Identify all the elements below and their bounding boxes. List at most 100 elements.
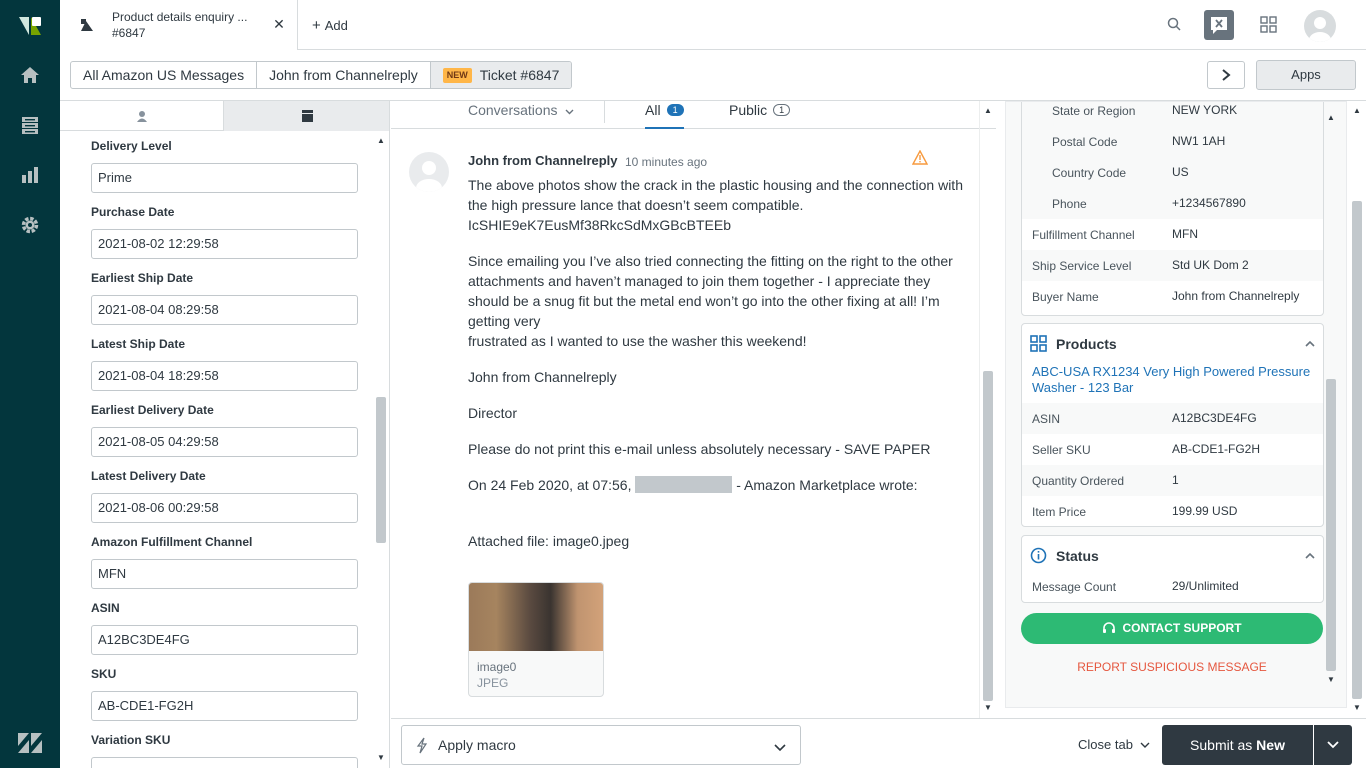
home-icon[interactable] (0, 55, 60, 95)
report-suspicious-link[interactable]: REPORT SUSPICIOUS MESSAGE (1021, 660, 1323, 674)
submit-button[interactable]: Submit as New (1162, 725, 1313, 765)
breadcrumb-ticket[interactable]: NEW Ticket #6847 (430, 62, 572, 88)
tab-ticket-6847[interactable]: Product details enquiry ... #6847 ✕ (60, 0, 298, 50)
chevron-down-icon (565, 109, 574, 115)
breadcrumb-requester[interactable]: John from Channelreply (257, 62, 431, 88)
sidebar-inner-scrollbar[interactable]: ▲ ▼ (1322, 101, 1339, 687)
row-key: ASIN (1032, 412, 1061, 426)
submit-options-button[interactable] (1314, 725, 1352, 765)
row-value: MFN (1172, 227, 1198, 241)
conversations-dropdown[interactable]: Conversations (468, 102, 574, 118)
conversation-filter-bar: Conversations All 1 Public 1 (391, 101, 996, 129)
scroll-thumb[interactable] (1326, 379, 1336, 671)
scroll-down-icon[interactable]: ▼ (984, 703, 992, 712)
conversation-scrollbar[interactable]: ▲ ▼ (979, 101, 996, 718)
earliest-ship-date-input[interactable]: 2021-08-04 08:29:58 (91, 295, 358, 325)
scroll-up-icon[interactable]: ▲ (984, 106, 992, 115)
latest-delivery-date-input[interactable]: 2021-08-06 00:29:58 (91, 493, 358, 523)
message-paragraph: Since emailing you I’ve also tried conne… (468, 253, 953, 329)
products-header[interactable]: Products (1022, 324, 1323, 362)
product-link[interactable]: ABC-USA RX1234 Very High Powered Pressur… (1032, 364, 1317, 396)
scroll-thumb[interactable] (376, 397, 386, 543)
ticket-icon (80, 18, 94, 35)
chevron-down-icon (1140, 742, 1150, 748)
row-key: Phone (1052, 197, 1087, 211)
field-label: Latest Delivery Date (91, 469, 206, 483)
product-tray-icon[interactable] (1260, 16, 1277, 36)
app-sidebar: State or Region NEW YORK Postal Code NW1 1… (1005, 101, 1347, 708)
order-row: Ship Service Level Std UK Dom 2 (1022, 250, 1323, 281)
breadcrumb-all-amazon-us[interactable]: All Amazon US Messages (71, 62, 258, 88)
user-avatar[interactable] (1304, 10, 1336, 42)
submit-prefix: Submit as (1190, 737, 1253, 753)
zendesk-logo-icon[interactable] (0, 6, 60, 46)
apply-macro-label: Apply macro (438, 737, 516, 753)
attachment-thumbnail[interactable] (469, 583, 603, 651)
chevron-up-icon[interactable] (1305, 547, 1315, 562)
scroll-thumb[interactable] (1352, 201, 1362, 699)
next-ticket-button[interactable] (1207, 61, 1245, 89)
ticket-fields-panel: Delivery Level Prime Purchase Date 2021-08… (60, 101, 390, 768)
close-tab-icon[interactable]: ✕ (271, 16, 287, 32)
message-paragraph: Director (468, 405, 518, 421)
chat-icon[interactable] (1204, 10, 1234, 40)
purchase-date-input[interactable]: 2021-08-02 12:29:58 (91, 229, 358, 259)
warning-icon[interactable] (911, 149, 929, 168)
row-value: US (1172, 165, 1189, 179)
row-key: Ship Service Level (1032, 259, 1132, 273)
row-value: 29/Unlimited (1172, 579, 1239, 593)
close-tab-dropdown[interactable]: Close tab (1078, 737, 1150, 752)
ticket-footer: Apply macro Close tab Submit as New (391, 718, 1366, 768)
attachment-card[interactable]: image0 JPEG (468, 582, 604, 697)
scroll-up-icon[interactable]: ▲ (1327, 113, 1335, 122)
row-value: +1234567890 (1172, 196, 1246, 210)
field-label: ASIN (91, 601, 120, 615)
row-key: Message Count (1032, 580, 1117, 594)
scroll-down-icon[interactable]: ▼ (1327, 675, 1335, 684)
field-label: Earliest Delivery Date (91, 403, 214, 417)
attachment-name: image0 (477, 660, 517, 674)
zendesk-brand-icon[interactable] (0, 723, 60, 763)
quote-header-end: - Amazon Marketplace wrote: (736, 477, 918, 493)
close-tab-label: Close tab (1078, 737, 1133, 752)
sender-avatar[interactable] (409, 152, 449, 192)
submit-status: New (1256, 737, 1285, 753)
filter-public-count: 1 (773, 104, 791, 116)
message-paragraph: Attached file: image0.jpeg (468, 533, 630, 549)
scroll-thumb[interactable] (983, 371, 993, 701)
message-body: The above photos show the crack in the p… (468, 175, 968, 551)
reporting-icon[interactable] (0, 155, 60, 195)
contact-support-button[interactable]: CONTACT SUPPORT (1021, 613, 1323, 644)
tab-user[interactable] (60, 101, 224, 131)
latest-ship-date-input[interactable]: 2021-08-04 18:29:58 (91, 361, 358, 391)
delivery-level-input[interactable]: Prime (91, 163, 358, 193)
variation-sku-input[interactable] (91, 757, 358, 768)
sender-name[interactable]: John from Channelreply (468, 153, 618, 168)
add-tab-button[interactable]: + Add (312, 17, 348, 34)
scroll-down-icon[interactable]: ▼ (1353, 703, 1361, 712)
admin-gear-icon[interactable] (0, 205, 60, 245)
scroll-up-icon[interactable]: ▲ (377, 136, 385, 145)
plus-icon: + (312, 17, 321, 34)
field-asin: ASIN A12BC3DE4FG (90, 593, 360, 659)
scroll-up-icon[interactable]: ▲ (1353, 106, 1361, 115)
views-icon[interactable] (0, 105, 60, 145)
apply-macro-select[interactable]: Apply macro (401, 725, 801, 765)
apps-button[interactable]: Apps (1256, 60, 1356, 90)
asin-input[interactable]: A12BC3DE4FG (91, 625, 358, 655)
message-paragraph: frustrated as I wanted to use the washer… (468, 333, 807, 349)
tab-app[interactable] (224, 101, 389, 131)
search-icon[interactable] (1167, 17, 1181, 34)
status-row: Message Count 29/Unlimited (1022, 571, 1323, 602)
sidebar-outer-scrollbar[interactable]: ▲ ▼ (1349, 101, 1366, 718)
left-panel-scrollbar[interactable]: ▲ ▼ (373, 131, 389, 768)
filter-public[interactable]: Public 1 (729, 102, 791, 118)
sku-input[interactable]: AB-CDE1-FG2H (91, 691, 358, 721)
chevron-up-icon[interactable] (1305, 335, 1315, 350)
filter-all[interactable]: All 1 (645, 102, 684, 129)
fulfillment-channel-input[interactable]: MFN (91, 559, 358, 589)
product-row: Item Price 199.99 USD (1022, 496, 1323, 526)
earliest-delivery-date-input[interactable]: 2021-08-05 04:29:58 (91, 427, 358, 457)
scroll-down-icon[interactable]: ▼ (377, 753, 385, 762)
status-header[interactable]: Status (1022, 536, 1323, 574)
